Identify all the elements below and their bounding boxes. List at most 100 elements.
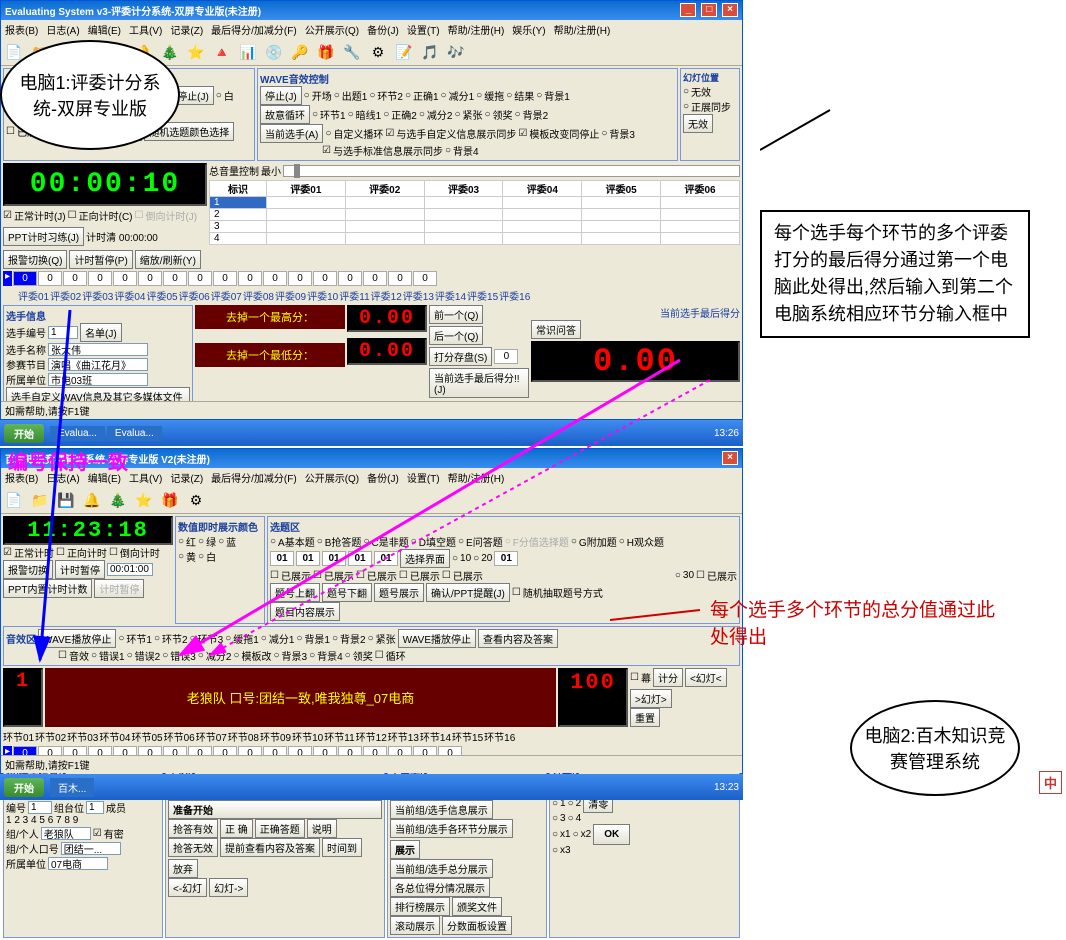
timer-pause-button[interactable]: 计时暂停(P) [69, 250, 132, 269]
menu-item[interactable]: 帮助/注册(H) [554, 22, 611, 37]
wave-opt[interactable]: ○减分2 [419, 107, 453, 122]
wave-opt[interactable]: ○出题1 [334, 88, 368, 103]
lamp-r[interactable]: 幻灯-> [209, 878, 248, 897]
wave-sync2-check[interactable]: ☑与选手标准信息展示同步 [322, 143, 443, 158]
bg-radio[interactable]: ○背景3 [601, 126, 635, 141]
bg-radio[interactable]: ○背景1 [536, 88, 570, 103]
open-icon[interactable]: 📁 [29, 489, 51, 511]
save-icon[interactable]: 💾 [55, 489, 77, 511]
ready-button[interactable]: 准备开始 [168, 800, 382, 819]
calc-button[interactable]: 计分 [653, 668, 683, 687]
color-white[interactable]: ○白 [198, 549, 216, 564]
judge-cell[interactable]: 0 [213, 271, 237, 286]
discard[interactable]: 放弃 [168, 859, 198, 878]
grab-ok[interactable]: 抢答有效 [168, 819, 218, 838]
timer-normal[interactable]: ☑正常计时 [3, 545, 54, 560]
preview-answer[interactable]: 提前查看内容及答案 [220, 838, 320, 857]
minimize-button[interactable]: _ [680, 3, 696, 17]
gift-icon[interactable]: 🎁 [159, 489, 181, 511]
player-unit-input[interactable] [48, 373, 148, 386]
judge-cell[interactable]: 0 [413, 271, 437, 286]
player-name-input[interactable] [48, 343, 148, 356]
gear-icon[interactable]: ⚙ [185, 489, 207, 511]
wave-opt[interactable]: ○正确2 [383, 107, 417, 122]
menu-item[interactable]: 编辑(E) [88, 22, 121, 37]
wave-opt[interactable]: ○减分1 [441, 88, 475, 103]
disc-icon[interactable]: 💿 [263, 41, 285, 63]
gift-icon[interactable]: 🎁 [315, 41, 337, 63]
quiz-button[interactable]: 常识问答 [531, 320, 581, 339]
menu-item[interactable]: 备份(J) [367, 470, 399, 485]
triangle-icon[interactable]: 🔺 [211, 41, 233, 63]
grab-no[interactable]: 抢答无效 [168, 838, 218, 857]
score-input[interactable]: 0 [494, 349, 518, 364]
judge-cell[interactable]: 0 [313, 271, 337, 286]
menu-item[interactable]: 设置(T) [407, 470, 440, 485]
correct-answer[interactable]: 正确答题 [255, 819, 305, 838]
menu-item[interactable]: 设置(T) [407, 22, 440, 37]
judge-cell[interactable]: 0 [288, 271, 312, 286]
star-icon[interactable]: ⭐ [185, 41, 207, 63]
pos-timer-check[interactable]: ☐正向计时(C) [68, 208, 133, 223]
color-green[interactable]: ○绿 [198, 534, 216, 549]
judge-cell[interactable]: 0 [363, 271, 387, 286]
color-blue[interactable]: ○蓝 [218, 534, 236, 549]
task-item[interactable]: Evalua... [107, 426, 162, 441]
normal-timer-check[interactable]: ☑正常计时(J) [3, 208, 66, 223]
judge-cell[interactable]: 0 [88, 271, 112, 286]
wave-opt[interactable]: ○缓拖 [476, 88, 504, 103]
tree-icon[interactable]: 🎄 [159, 41, 181, 63]
grab-confirm[interactable]: 正 确 [220, 819, 253, 838]
group-pos[interactable] [86, 801, 104, 814]
maximize-button[interactable]: □ [701, 3, 717, 17]
judge-cell[interactable]: 0 [238, 271, 262, 286]
grid-row-id[interactable]: 4 [210, 233, 267, 245]
judge-cell[interactable]: 0 [188, 271, 212, 286]
timer-rev[interactable]: ☐倒向计时 [109, 545, 160, 560]
grid-row-id[interactable]: 1 [210, 197, 267, 209]
menu-item[interactable]: 最后得分/加减分(F) [211, 22, 297, 37]
judge-cell[interactable]: 0 [338, 271, 362, 286]
prev-player-button[interactable]: 前一个(Q) [429, 305, 483, 324]
final-again-button[interactable]: 当前选手最后得分!!(J) [429, 368, 529, 398]
start-button-2[interactable]: 开始 [4, 778, 44, 797]
color-red[interactable]: ○红 [178, 534, 196, 549]
judge-cell[interactable]: 0 [38, 271, 62, 286]
wave-sync-check[interactable]: ☑与选手自定义信息展示同步 [385, 126, 516, 141]
judge-cell[interactable]: 0 [13, 271, 37, 286]
menu-item[interactable]: 帮助/注册(H) [448, 470, 505, 485]
bell-icon[interactable]: 🔔 [81, 489, 103, 511]
player-no-input[interactable] [48, 326, 78, 339]
judge-cell[interactable]: 0 [63, 271, 87, 286]
topic-show[interactable]: 题号展示 [374, 583, 424, 602]
wave-current-button[interactable]: 当前选手(A) [260, 124, 323, 143]
menu-item[interactable]: 最后得分/加减分(F) [211, 470, 297, 485]
color-yellow[interactable]: ○黄 [178, 549, 196, 564]
gear-icon[interactable]: ⚙ [367, 41, 389, 63]
alarm-switch[interactable]: 报警切换 [3, 560, 53, 579]
menu-item[interactable]: 日志(A) [46, 22, 79, 37]
volume-slider[interactable] [283, 165, 740, 177]
lamp-l[interactable]: <-幻灯 [168, 878, 207, 897]
lamp-right[interactable]: >幻灯> [630, 689, 672, 708]
wave-loop-button[interactable]: 故意循环 [260, 105, 310, 124]
wave-opt[interactable]: ○环节1 [312, 107, 346, 122]
wuxiao-button[interactable]: 无效 [683, 114, 713, 133]
wave-opt[interactable]: ○紧张 [454, 107, 482, 122]
task-item[interactable]: 百木... [50, 778, 94, 797]
judge-cell[interactable]: 0 [138, 271, 162, 286]
wave-opt[interactable]: ○开场 [304, 88, 332, 103]
wave-stop-button[interactable]: 停止(J) [260, 86, 302, 105]
task-item[interactable]: Evalua... [50, 426, 105, 441]
judge-cell[interactable]: 0 [113, 271, 137, 286]
music2-icon[interactable]: 🎶 [445, 41, 467, 63]
player-event-input[interactable] [48, 358, 148, 371]
timer-pos[interactable]: ☐正向计时 [56, 545, 107, 560]
slogan-input[interactable] [61, 842, 121, 855]
group-name[interactable] [41, 827, 91, 840]
wave-stop-1[interactable]: WAVE播放停止 [38, 629, 116, 648]
topic-next[interactable]: 题号下翻 [322, 583, 372, 602]
menu-item[interactable]: 帮助/注册(H) [448, 22, 505, 37]
lamp-radio[interactable]: ○无效 [683, 84, 711, 99]
menu-item[interactable]: 备份(J) [367, 22, 399, 37]
